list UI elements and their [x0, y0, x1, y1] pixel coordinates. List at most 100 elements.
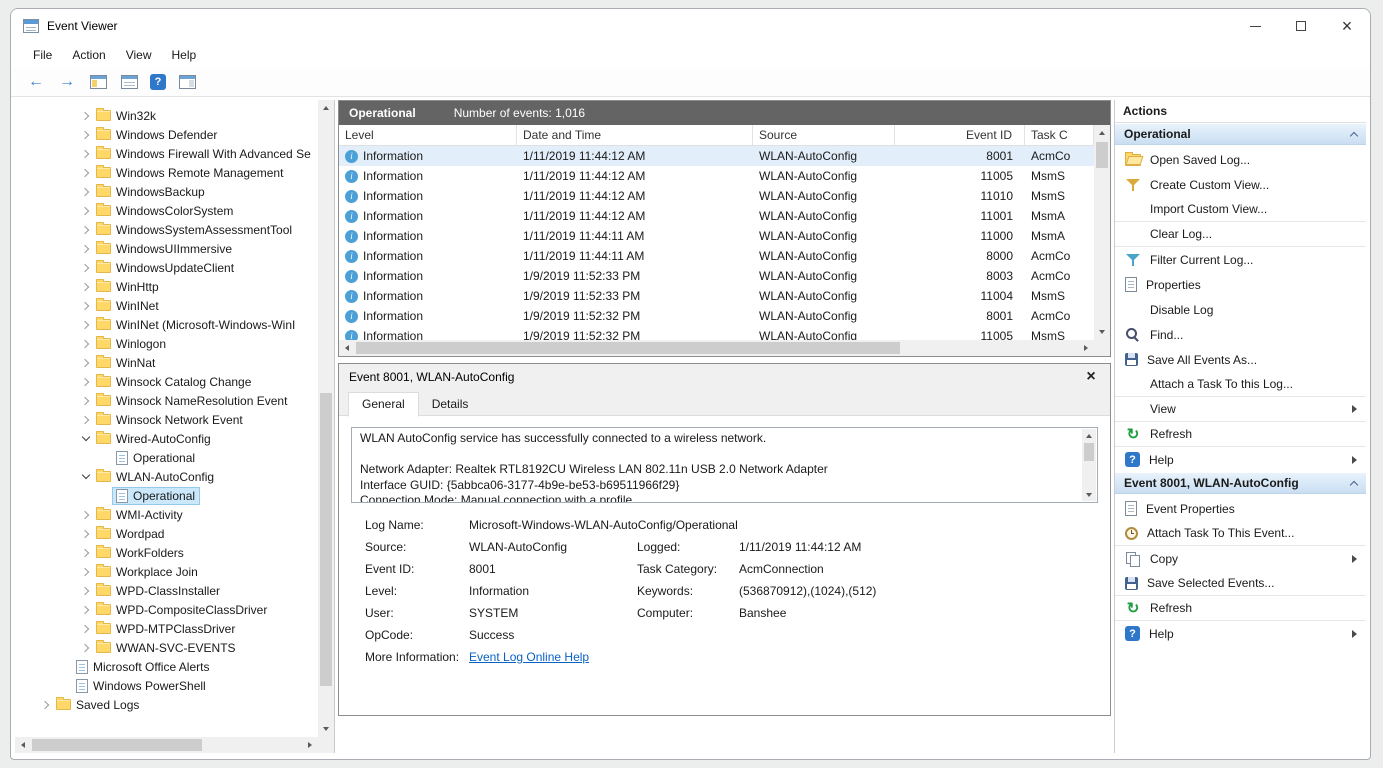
tree-item[interactable]: WLAN-AutoConfig — [15, 467, 317, 486]
chevron-collapsed-icon[interactable] — [79, 622, 93, 636]
column-level[interactable]: Level — [339, 125, 517, 145]
chevron-collapsed-icon[interactable] — [79, 185, 93, 199]
tree-item[interactable]: WinNat — [15, 353, 317, 372]
chevron-collapsed-icon[interactable] — [79, 337, 93, 351]
event-row[interactable]: Information1/11/2019 11:44:11 AMWLAN-Aut… — [339, 226, 1094, 246]
export-list-icon[interactable] — [121, 75, 138, 89]
column-task-category[interactable]: Task C — [1025, 125, 1094, 145]
scroll-right-icon[interactable] — [302, 737, 318, 753]
action-item[interactable]: Help — [1115, 447, 1366, 472]
tree-item[interactable]: Operational — [15, 486, 317, 505]
close-button[interactable] — [1324, 9, 1370, 43]
help-icon[interactable] — [150, 74, 166, 90]
scrollbar-thumb[interactable] — [1084, 443, 1094, 461]
event-row[interactable]: Information1/9/2019 11:52:32 PMWLAN-Auto… — [339, 306, 1094, 326]
menu-file[interactable]: File — [23, 45, 62, 65]
table-vertical-scrollbar[interactable] — [1094, 125, 1110, 340]
scrollbar-thumb[interactable] — [1096, 142, 1108, 168]
action-item[interactable]: Create Custom View... — [1115, 172, 1366, 197]
event-log-online-help-link[interactable]: Event Log Online Help — [469, 650, 589, 664]
close-preview-icon[interactable] — [1082, 368, 1100, 386]
scroll-down-icon[interactable] — [1082, 488, 1096, 501]
action-item[interactable]: Attach Task To This Event... — [1115, 521, 1366, 546]
action-item[interactable]: Save All Events As... — [1115, 347, 1366, 372]
tree-item[interactable]: Winlogon — [15, 334, 317, 353]
chevron-collapsed-icon[interactable] — [79, 223, 93, 237]
chevron-collapsed-icon[interactable] — [79, 375, 93, 389]
action-item[interactable]: Event Properties — [1115, 496, 1366, 521]
back-icon[interactable] — [26, 72, 46, 92]
action-item[interactable]: Properties — [1115, 272, 1366, 297]
chevron-collapsed-icon[interactable] — [79, 584, 93, 598]
tree-item[interactable]: Operational — [15, 448, 317, 467]
menu-help[interactable]: Help — [162, 45, 207, 65]
chevron-collapsed-icon[interactable] — [79, 280, 93, 294]
chevron-collapsed-icon[interactable] — [79, 242, 93, 256]
chevron-expanded-icon[interactable] — [79, 470, 93, 484]
action-item[interactable]: Attach a Task To this Log... — [1115, 372, 1366, 397]
tree-item[interactable]: Saved Logs — [15, 695, 317, 714]
chevron-collapsed-icon[interactable] — [39, 698, 53, 712]
scroll-up-icon[interactable] — [1082, 429, 1096, 442]
tree-vertical-scrollbar[interactable] — [318, 100, 334, 737]
minimize-button[interactable] — [1232, 9, 1278, 43]
event-row[interactable]: Information1/11/2019 11:44:12 AMWLAN-Aut… — [339, 186, 1094, 206]
scroll-left-icon[interactable] — [339, 340, 355, 356]
description-scrollbar[interactable] — [1082, 429, 1096, 501]
action-item[interactable]: Refresh — [1115, 596, 1366, 621]
tree-item[interactable]: WindowsSystemAssessmentTool — [15, 220, 317, 239]
event-row[interactable]: Information1/11/2019 11:44:12 AMWLAN-Aut… — [339, 146, 1094, 166]
tree-item[interactable]: WWAN-SVC-EVENTS — [15, 638, 317, 657]
tree-item[interactable]: Wordpad — [15, 524, 317, 543]
action-item[interactable]: Find... — [1115, 322, 1366, 347]
chevron-collapsed-icon[interactable] — [79, 356, 93, 370]
tree-item[interactable]: WinHttp — [15, 277, 317, 296]
tab-general[interactable]: General — [348, 392, 419, 417]
chevron-collapsed-icon[interactable] — [79, 641, 93, 655]
scroll-up-icon[interactable] — [1094, 125, 1110, 141]
chevron-collapsed-icon[interactable] — [79, 166, 93, 180]
menu-action[interactable]: Action — [62, 45, 115, 65]
tree-item[interactable]: Windows Firewall With Advanced Se — [15, 144, 317, 163]
chevron-collapsed-icon[interactable] — [79, 147, 93, 161]
action-item[interactable]: Copy — [1115, 546, 1366, 571]
scroll-right-icon[interactable] — [1078, 340, 1094, 356]
tree-item[interactable]: Windows PowerShell — [15, 676, 317, 695]
tree-item[interactable]: WindowsUpdateClient — [15, 258, 317, 277]
chevron-collapsed-icon[interactable] — [79, 318, 93, 332]
action-item[interactable]: View — [1115, 397, 1366, 422]
action-section-header[interactable]: Operational — [1115, 123, 1366, 145]
chevron-collapsed-icon[interactable] — [79, 261, 93, 275]
chevron-collapsed-icon[interactable] — [79, 565, 93, 579]
action-item[interactable]: Open Saved Log... — [1115, 147, 1366, 172]
tree-item[interactable]: Windows Remote Management — [15, 163, 317, 182]
column-event-id[interactable]: Event ID — [895, 125, 1025, 145]
scrollbar-thumb[interactable] — [32, 739, 202, 751]
tree-item[interactable]: Win32k — [15, 106, 317, 125]
tree-item[interactable]: WMI-Activity — [15, 505, 317, 524]
tree-item[interactable]: WindowsUIImmersive — [15, 239, 317, 258]
event-row[interactable]: Information1/9/2019 11:52:33 PMWLAN-Auto… — [339, 286, 1094, 306]
collapse-section-icon[interactable] — [1350, 480, 1358, 488]
action-section-header[interactable]: Event 8001, WLAN-AutoConfig — [1115, 472, 1366, 494]
tree-item[interactable]: Winsock NameResolution Event — [15, 391, 317, 410]
tree-item[interactable]: Windows Defender — [15, 125, 317, 144]
column-date-and-time[interactable]: Date and Time — [517, 125, 753, 145]
show-console-tree-icon[interactable] — [90, 75, 107, 89]
tree-item[interactable]: Microsoft Office Alerts — [15, 657, 317, 676]
scroll-down-icon[interactable] — [1094, 324, 1110, 340]
tree-item[interactable]: WindowsBackup — [15, 182, 317, 201]
event-row[interactable]: Information1/11/2019 11:44:11 AMWLAN-Aut… — [339, 246, 1094, 266]
scroll-down-icon[interactable] — [318, 721, 334, 737]
event-row[interactable]: Information1/11/2019 11:44:12 AMWLAN-Aut… — [339, 206, 1094, 226]
tree-horizontal-scrollbar[interactable] — [15, 737, 318, 753]
forward-icon[interactable] — [57, 72, 77, 92]
chevron-collapsed-icon[interactable] — [79, 394, 93, 408]
scroll-left-icon[interactable] — [15, 737, 31, 753]
tree-item[interactable]: WindowsColorSystem — [15, 201, 317, 220]
chevron-collapsed-icon[interactable] — [79, 109, 93, 123]
tree-item[interactable]: Wired-AutoConfig — [15, 429, 317, 448]
action-item[interactable]: Refresh — [1115, 422, 1366, 447]
tree-item[interactable]: WPD-CompositeClassDriver — [15, 600, 317, 619]
scrollbar-thumb[interactable] — [320, 393, 332, 686]
